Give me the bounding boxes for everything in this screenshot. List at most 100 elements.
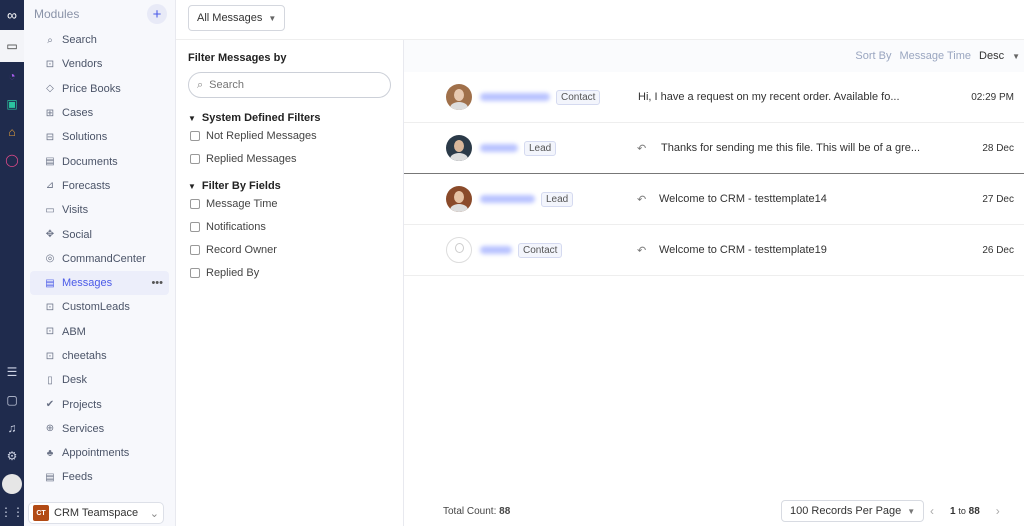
field-filters-header[interactable]: ▼ Filter By Fields <box>188 180 391 192</box>
filter-checkbox[interactable]: Not Replied Messages <box>188 124 391 147</box>
teamspace-selector[interactable]: CT CRM Teamspace ⌄ <box>28 502 164 524</box>
store-icon[interactable]: ⌂ <box>0 118 24 146</box>
top-bar: All Messages ▼ <box>176 0 1024 40</box>
bell-icon[interactable]: ♫ <box>0 414 24 442</box>
checkbox[interactable] <box>190 244 200 255</box>
module-item-price-books[interactable]: ◇ Price Books <box>30 77 169 101</box>
calendar-edit-icon[interactable]: ▣ <box>0 90 24 118</box>
module-item-visits[interactable]: ▭ Visits <box>30 198 169 222</box>
add-module-button[interactable]: + <box>147 4 167 24</box>
record-type-badge: Contact <box>556 89 601 105</box>
filter-checkbox[interactable]: Record Owner <box>188 238 391 261</box>
checkbox-label: Replied Messages <box>206 152 297 165</box>
module-label: CommandCenter <box>62 252 146 265</box>
next-page-icon[interactable]: › <box>996 504 1000 518</box>
module-item-social[interactable]: ✥ Social <box>30 222 169 246</box>
module-item-customleads[interactable]: ⊡ CustomLeads <box>30 295 169 319</box>
module-item-projects[interactable]: ✔ Projects <box>30 392 169 416</box>
view-select[interactable]: All Messages ▼ <box>188 5 286 31</box>
contact-name-blurred[interactable] <box>480 144 518 152</box>
module-item-desk[interactable]: ▯ Desk <box>30 368 169 392</box>
reply-icon: ↶ <box>637 142 647 155</box>
note-add-icon[interactable]: ☰ <box>0 358 24 386</box>
caret-down-icon: ▼ <box>188 181 196 191</box>
filter-checkbox[interactable]: Message Time <box>188 192 391 215</box>
checkbox-label: Record Owner <box>206 243 277 256</box>
module-icon: ◇ <box>46 83 54 95</box>
per-page-value: 100 Records Per Page <box>790 505 902 517</box>
caret-down-icon: ▼ <box>268 13 277 23</box>
filter-checkbox[interactable]: Replied Messages <box>188 147 391 170</box>
module-item-feeds[interactable]: ▤ Feeds <box>30 465 169 484</box>
search-icon: ⌕ <box>47 34 53 46</box>
module-icon: ⊟ <box>45 131 55 143</box>
module-icon: ▭ <box>45 204 55 216</box>
contact-name-blurred[interactable] <box>480 246 512 254</box>
module-label: ABM <box>62 325 86 338</box>
page-range: 1 to 88 <box>950 505 980 517</box>
message-row[interactable]: Contact ↶ Welcome to CRM - testtemplate1… <box>404 225 1024 276</box>
apps-grid-icon[interactable]: ⋮⋮ <box>0 498 24 526</box>
module-icon: ✔ <box>45 399 55 411</box>
checkbox[interactable] <box>190 130 200 141</box>
module-icon: ✥ <box>45 229 55 241</box>
sort-direction[interactable]: Desc <box>979 50 1004 62</box>
modules-title: Modules <box>34 7 80 21</box>
prev-page-icon[interactable]: ‹ <box>930 504 934 518</box>
caret-down-icon: ▼ <box>1012 51 1020 61</box>
message-row[interactable]: Lead ↶ Thanks for sending me this file. … <box>404 123 1024 174</box>
checkbox[interactable] <box>190 267 200 278</box>
calendar-icon[interactable]: ▢ <box>0 386 24 414</box>
search-analytics-icon[interactable]: ◯ <box>0 146 24 174</box>
record-type-badge: Lead <box>524 140 557 156</box>
module-item-vendors[interactable]: ⊡ Vendors <box>30 52 169 76</box>
view-select-value: All Messages <box>197 12 263 24</box>
avatar <box>446 84 472 110</box>
module-item-documents[interactable]: ▤ Documents <box>30 149 169 173</box>
module-item-solutions[interactable]: ⊟ Solutions <box>30 125 169 149</box>
module-label: Desk <box>62 374 88 387</box>
caret-down-icon: ▼ <box>188 113 196 123</box>
module-label: Cases <box>62 107 94 120</box>
filter-search[interactable]: ⌕ <box>188 72 391 98</box>
checkbox[interactable] <box>190 221 200 232</box>
crm-logo-icon[interactable]: ∞ <box>0 0 24 30</box>
gear-icon[interactable]: ⚙ <box>0 442 24 470</box>
module-item-messages[interactable]: ▤ Messages ••• <box>30 270 169 296</box>
module-item-abm[interactable]: ⊡ ABM <box>30 320 169 344</box>
teamspace-badge: CT <box>33 505 49 521</box>
records-per-page-select[interactable]: 100 Records Per Page ▼ <box>781 500 925 522</box>
avatar[interactable] <box>2 474 22 494</box>
checkbox[interactable] <box>190 198 200 209</box>
checkbox-label: Notifications <box>206 220 266 233</box>
module-label: CustomLeads <box>62 301 130 314</box>
checkbox[interactable] <box>190 153 200 164</box>
module-item-appointments[interactable]: ♣ Appointments <box>30 441 169 465</box>
total-count-label: Total Count: <box>443 505 497 517</box>
avatar <box>446 237 472 263</box>
module-search[interactable]: ⌕ Search <box>30 28 169 52</box>
filter-checkbox[interactable]: Replied By <box>188 261 391 284</box>
module-label: Forecasts <box>62 179 111 192</box>
chevron-down-icon: ⌄ <box>149 507 159 520</box>
module-item-cases[interactable]: ⊞ Cases <box>30 101 169 125</box>
message-row[interactable]: Contact Hi, I have a request on my recen… <box>404 72 1024 123</box>
module-label: Social <box>62 228 92 241</box>
contact-name-blurred[interactable] <box>480 93 550 101</box>
filter-checkbox[interactable]: Notifications <box>188 215 391 238</box>
message-row[interactable]: Lead ↶ Welcome to CRM - testtemplate14 2… <box>404 174 1024 225</box>
reply-icon: ↶ <box>637 193 647 206</box>
sort-field[interactable]: Message Time <box>899 50 971 62</box>
more-options-icon[interactable]: ••• <box>151 277 163 289</box>
module-label: Appointments <box>62 447 130 460</box>
contact-name-blurred[interactable] <box>480 195 535 203</box>
module-item-cheetahs[interactable]: ⊡ cheetahs <box>30 344 169 368</box>
module-item-forecasts[interactable]: ⊿ Forecasts <box>30 174 169 198</box>
filter-search-input[interactable] <box>209 79 370 91</box>
module-item-services[interactable]: ⊕ Services <box>30 417 169 441</box>
teamspace-name: CRM Teamspace <box>54 507 139 519</box>
system-filters-header[interactable]: ▼ System Defined Filters <box>188 112 391 124</box>
module-item-commandcenter[interactable]: ◎ CommandCenter <box>30 247 169 271</box>
analytics-icon[interactable]: ◔ <box>0 62 24 90</box>
folder-icon[interactable]: ▭ <box>0 30 24 62</box>
